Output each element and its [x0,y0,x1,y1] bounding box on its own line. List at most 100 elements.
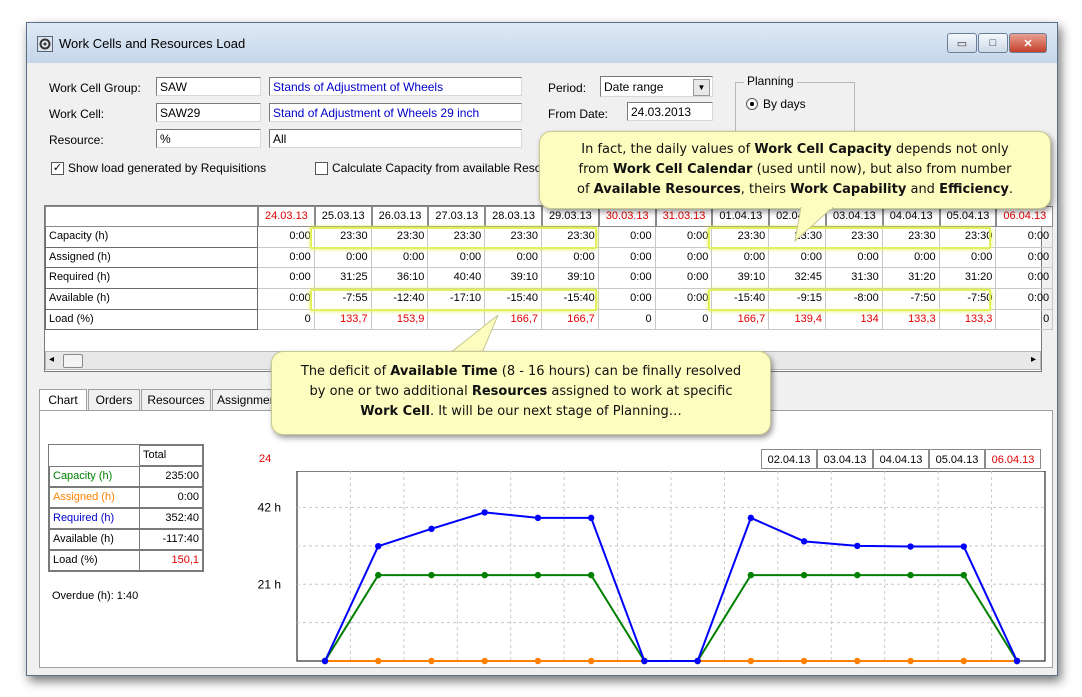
grid-cell[interactable]: 0:00 [542,247,599,269]
grid-cell[interactable]: 0:00 [996,289,1054,310]
grid-cell[interactable]: 0:00 [598,289,656,310]
grid-cell[interactable]: 0:00 [258,289,315,310]
grid-cell[interactable]: 0 [258,309,315,331]
chart-date-label: 24 [259,453,272,465]
grid-cell[interactable]: 0:00 [655,227,713,248]
grid-cell[interactable]: 134 [826,309,883,331]
chart-data-point [854,542,861,550]
grid-cell[interactable]: 0:00 [655,247,713,269]
scroll-right-icon[interactable]: ▸ [1031,354,1036,365]
work-cell-name-field[interactable]: Stand of Adjustment of Wheels 29 inch [269,103,522,122]
chart-data-point [854,657,861,665]
period-select[interactable]: Date range ▼ [600,76,713,97]
chart-data-point [375,657,382,665]
callout-bottom-line2: by one or two additional Resources assig… [309,384,733,399]
work-cell-group-name-field[interactable]: Stands of Adjustment of Wheels [269,77,522,96]
grid-cell[interactable]: 31:25 [314,268,372,290]
work-cell-group-code-input[interactable]: SAW [156,77,261,96]
show-requisitions-checkbox[interactable]: ✓ [51,162,64,175]
summary-row-label: Capacity (h) [49,466,140,487]
tab-chart[interactable]: Chart [39,389,87,411]
grid-cell[interactable]: 0:00 [314,247,372,269]
grid-cell[interactable]: 0:00 [939,247,997,269]
tab-orders[interactable]: Orders [88,389,140,411]
grid-date-header: 31.03.13 [655,206,713,227]
period-label: Period: [548,81,587,95]
chart-tab-panel: Total Capacity (h) 235:00 Assigned (h) 0:00… [39,410,1053,668]
grid-cell[interactable]: 0:00 [996,268,1054,290]
resource-code-input[interactable]: % [156,129,261,148]
grid-cell[interactable]: 0:00 [258,247,315,269]
scroll-thumb[interactable] [63,354,83,368]
grid-cell[interactable]: 36:10 [371,268,429,290]
grid-cell[interactable]: 0:00 [996,227,1054,248]
grid-cell[interactable]: 32:45 [769,268,826,290]
tab-assignments[interactable]: Assignmer [212,389,280,411]
title-bar[interactable]: Work Cells and Resources Load ▭ □ ✕ [27,23,1057,63]
grid-cell[interactable]: 0:00 [598,247,656,269]
chart-date-label: 02.04.13 [761,449,817,469]
from-date-label: From Date: [548,107,609,121]
grid-cell[interactable]: 0 [598,309,656,331]
overdue-label: Overdue (h): 1:40 [52,590,139,602]
grid-cell[interactable]: 31:20 [939,268,997,290]
chart-date-label: 06.04.13 [985,449,1041,469]
grid-cell[interactable]: 0:00 [996,247,1054,269]
grid-cell[interactable]: 0:00 [371,247,429,269]
grid-cell[interactable]: 0:00 [826,247,883,269]
calc-capacity-checkbox[interactable] [315,162,328,175]
from-date-input[interactable]: 24.03.2013 [627,102,713,121]
work-cell-group-label: Work Cell Group: [49,81,141,95]
summary-row-label: Assigned (h) [49,487,140,508]
chevron-down-icon[interactable]: ▼ [693,79,710,96]
grid-cell[interactable]: 39:10 [712,268,770,290]
summary-row-value: -117:40 [139,529,203,550]
client-area: Work Cell Group: SAW Stands of Adjustmen… [33,63,1054,669]
resource-name-field[interactable]: All [269,129,522,148]
grid-cell[interactable]: 39:10 [542,268,599,290]
grid-cell[interactable]: 166,7 [542,309,599,331]
summary-total-header: Total [139,445,203,466]
grid-cell[interactable]: 39:10 [485,268,542,290]
grid-cell[interactable]: 0:00 [485,247,542,269]
resource-label: Resource: [49,133,104,147]
grid-cell[interactable]: 133,7 [314,309,372,331]
chart-data-point [960,571,967,579]
grid-cell[interactable]: 0:00 [712,247,770,269]
grid-cell[interactable]: 133,3 [882,309,940,331]
grid-cell[interactable]: 40:40 [428,268,486,290]
grid-cell[interactable]: 0:00 [258,268,315,290]
grid-row-label: Available (h) [45,289,258,310]
grid-cell[interactable]: 31:20 [882,268,940,290]
grid-cell[interactable]: 0 [996,309,1054,331]
tab-resources[interactable]: Resources [141,389,211,411]
chart-plot-area [296,471,1046,662]
grid-cell[interactable]: 139,4 [769,309,826,331]
grid-cell[interactable]: 133,3 [939,309,997,331]
grid-cell[interactable]: 0:00 [882,247,940,269]
grid-date-header: 28.03.13 [485,206,542,227]
grid-cell[interactable]: 0:00 [598,268,656,290]
chart-data-point [481,571,488,579]
grid-cell[interactable]: 153,9 [371,309,429,331]
grid-cell[interactable]: 0 [655,309,713,331]
load-chart: 42 h 21 h [258,471,1046,665]
grid-cell[interactable]: 0:00 [258,227,315,248]
maximize-button[interactable]: □ [978,33,1008,53]
grid-cell[interactable]: 0:00 [655,268,713,290]
chart-data-point [800,538,808,545]
capacity-highlight [310,227,597,249]
grid-cell[interactable]: 0:00 [598,227,656,248]
grid-cell[interactable]: 166,7 [712,309,770,331]
close-button[interactable]: ✕ [1009,33,1047,53]
grid-cell[interactable]: 0:00 [769,247,826,269]
by-days-radio[interactable] [746,98,758,110]
scroll-left-icon[interactable]: ◂ [49,354,54,365]
grid-cell[interactable]: 0:00 [655,289,713,310]
deficit-callout: The deficit of Available Time (8 - 16 ho… [271,351,771,435]
grid-date-header: 25.03.13 [314,206,372,227]
grid-cell[interactable]: 0:00 [428,247,486,269]
minimize-button[interactable]: ▭ [947,33,977,53]
work-cell-code-input[interactable]: SAW29 [156,103,261,122]
grid-cell[interactable]: 31:30 [826,268,883,290]
